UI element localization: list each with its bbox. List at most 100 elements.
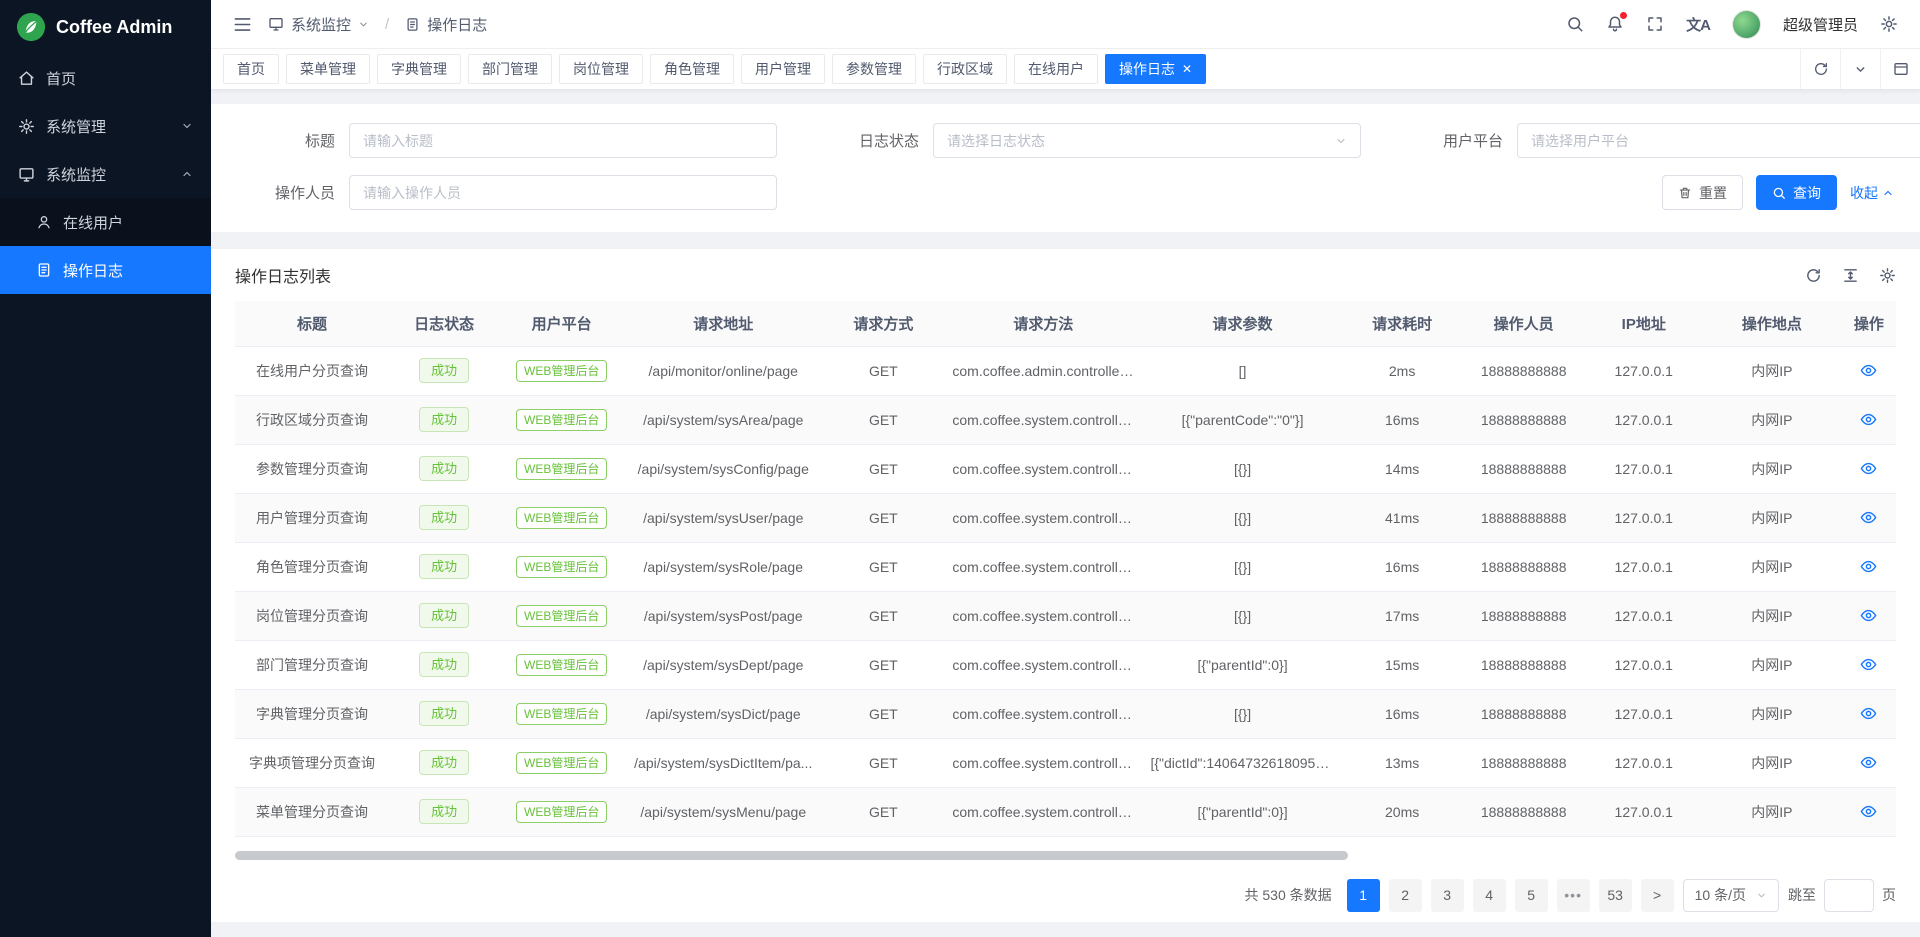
column-settings-gear-icon[interactable] — [1879, 267, 1896, 284]
column-header: 请求参数 — [1142, 301, 1342, 346]
user-icon — [36, 214, 52, 230]
search-button[interactable]: 查询 — [1756, 175, 1837, 210]
cell-request-function: com.coffee.system.controlle... — [944, 591, 1142, 640]
cell-request-method: GET — [822, 542, 944, 591]
view-detail-eye-icon[interactable] — [1860, 607, 1877, 624]
notification-bell-icon[interactable] — [1606, 15, 1624, 33]
tab-岗位管理[interactable]: 岗位管理 — [559, 54, 643, 84]
tabs-refresh-icon[interactable] — [1800, 49, 1840, 89]
pagination-next-button[interactable]: > — [1641, 879, 1674, 912]
cell-action — [1842, 493, 1896, 542]
view-detail-eye-icon[interactable] — [1860, 705, 1877, 722]
table-row: 角色管理分页查询成功WEB管理后台/api/system/sysRole/pag… — [235, 542, 1896, 591]
search-button-label: 查询 — [1793, 183, 1821, 203]
tab-操作日志[interactable]: 操作日志✕ — [1105, 54, 1206, 84]
cell-request-url: /api/system/sysDict/page — [624, 689, 822, 738]
tab-菜单管理[interactable]: 菜单管理 — [286, 54, 370, 84]
cell-title: 菜单管理分页查询 — [235, 787, 389, 836]
tab-字典管理[interactable]: 字典管理 — [377, 54, 461, 84]
cell-location: 内网IP — [1702, 395, 1842, 444]
cell-location: 内网IP — [1702, 542, 1842, 591]
cell-action — [1842, 787, 1896, 836]
cell-request-method: GET — [822, 738, 944, 787]
pagination-page-2[interactable]: 2 — [1389, 879, 1422, 912]
logo[interactable]: Coffee Admin — [0, 0, 211, 54]
column-header: 请求方法 — [944, 301, 1142, 346]
reset-button[interactable]: 重置 — [1662, 175, 1743, 210]
view-detail-eye-icon[interactable] — [1860, 411, 1877, 428]
tab-label: 部门管理 — [482, 59, 538, 79]
view-detail-eye-icon[interactable] — [1860, 509, 1877, 526]
tab-参数管理[interactable]: 参数管理 — [832, 54, 916, 84]
tabs-dropdown-icon[interactable] — [1840, 49, 1880, 89]
fullscreen-icon[interactable] — [1646, 15, 1664, 33]
pagination-page-53[interactable]: 53 — [1599, 879, 1632, 912]
cell-request-url: /api/system/sysDept/page — [624, 640, 822, 689]
sidebar-item-online-users[interactable]: 在线用户 — [0, 198, 211, 246]
view-detail-eye-icon[interactable] — [1860, 362, 1877, 379]
view-detail-eye-icon[interactable] — [1860, 803, 1877, 820]
translate-icon[interactable]: 文A — [1686, 14, 1710, 35]
breadcrumb-root[interactable]: 系统监控 — [268, 14, 369, 35]
tab-在线用户[interactable]: 在线用户 — [1014, 54, 1098, 84]
view-detail-eye-icon[interactable] — [1860, 558, 1877, 575]
platform-filter-select[interactable]: 请选择用户平台 — [1517, 123, 1920, 158]
content-fullscreen-icon[interactable] — [1880, 49, 1920, 89]
pagination-page-5[interactable]: 5 — [1515, 879, 1548, 912]
monitor-icon — [268, 16, 284, 32]
cell-status: 成功 — [389, 493, 499, 542]
pagination-more-button[interactable]: ••• — [1557, 879, 1590, 912]
cell-title: 字典项管理分页查询 — [235, 738, 389, 787]
tab-首页[interactable]: 首页 — [223, 54, 279, 84]
cell-request-function: com.coffee.system.controlle... — [944, 493, 1142, 542]
jump-page-input[interactable] — [1824, 879, 1874, 912]
cell-platform: WEB管理后台 — [499, 444, 624, 493]
tab-部门管理[interactable]: 部门管理 — [468, 54, 552, 84]
table-row: 岗位管理分页查询成功WEB管理后台/api/system/sysPost/pag… — [235, 591, 1896, 640]
cell-title: 字典管理分页查询 — [235, 689, 389, 738]
cell-ip: 127.0.0.1 — [1586, 689, 1702, 738]
sidebar: Coffee Admin 首页 系统管理 系统监控 在线用户 — [0, 0, 211, 937]
view-detail-eye-icon[interactable] — [1860, 754, 1877, 771]
cell-request-url: /api/monitor/online/page — [624, 346, 822, 395]
menu-fold-icon[interactable] — [233, 15, 252, 34]
pagination-pages: 12345 ••• 53 — [1347, 879, 1632, 912]
cell-ip: 127.0.0.1 — [1586, 640, 1702, 689]
status-filter-select[interactable]: 请选择日志状态 — [933, 123, 1361, 158]
cell-status: 成功 — [389, 395, 499, 444]
avatar[interactable] — [1732, 10, 1761, 39]
tab-用户管理[interactable]: 用户管理 — [741, 54, 825, 84]
cell-request-function: com.coffee.system.controlle... — [944, 787, 1142, 836]
operator-filter-input[interactable] — [349, 175, 777, 210]
sidebar-item-operation-log[interactable]: 操作日志 — [0, 246, 211, 294]
cell-request-method: GET — [822, 444, 944, 493]
view-detail-eye-icon[interactable] — [1860, 460, 1877, 477]
horizontal-scrollbar-thumb[interactable] — [235, 851, 1348, 860]
collapse-link[interactable]: 收起 — [1850, 183, 1894, 203]
sidebar-item-system-management[interactable]: 系统管理 — [0, 102, 211, 150]
page-size-select[interactable]: 10 条/页 — [1683, 879, 1779, 912]
pagination-page-1[interactable]: 1 — [1347, 879, 1380, 912]
density-icon[interactable] — [1842, 267, 1859, 284]
sidebar-item-system-monitor[interactable]: 系统监控 — [0, 150, 211, 198]
title-filter-input[interactable] — [349, 123, 777, 158]
cell-platform: WEB管理后台 — [499, 689, 624, 738]
tab-close-icon[interactable]: ✕ — [1182, 63, 1192, 75]
pagination-page-4[interactable]: 4 — [1473, 879, 1506, 912]
column-header: 用户平台 — [499, 301, 624, 346]
cell-ip: 127.0.0.1 — [1586, 346, 1702, 395]
search-icon[interactable] — [1566, 15, 1584, 33]
sidebar-item-home[interactable]: 首页 — [0, 54, 211, 102]
page-size-value: 10 条/页 — [1695, 885, 1746, 905]
cell-title: 用户管理分页查询 — [235, 493, 389, 542]
pagination-page-3[interactable]: 3 — [1431, 879, 1464, 912]
refresh-icon[interactable] — [1805, 267, 1822, 284]
tab-行政区域[interactable]: 行政区域 — [923, 54, 1007, 84]
cell-request-url: /api/system/sysArea/page — [624, 395, 822, 444]
settings-gear-icon[interactable] — [1880, 15, 1898, 33]
cell-duration: 16ms — [1343, 542, 1462, 591]
tab-角色管理[interactable]: 角色管理 — [650, 54, 734, 84]
search-icon — [1772, 186, 1786, 200]
cell-operator: 18888888888 — [1462, 689, 1586, 738]
view-detail-eye-icon[interactable] — [1860, 656, 1877, 673]
